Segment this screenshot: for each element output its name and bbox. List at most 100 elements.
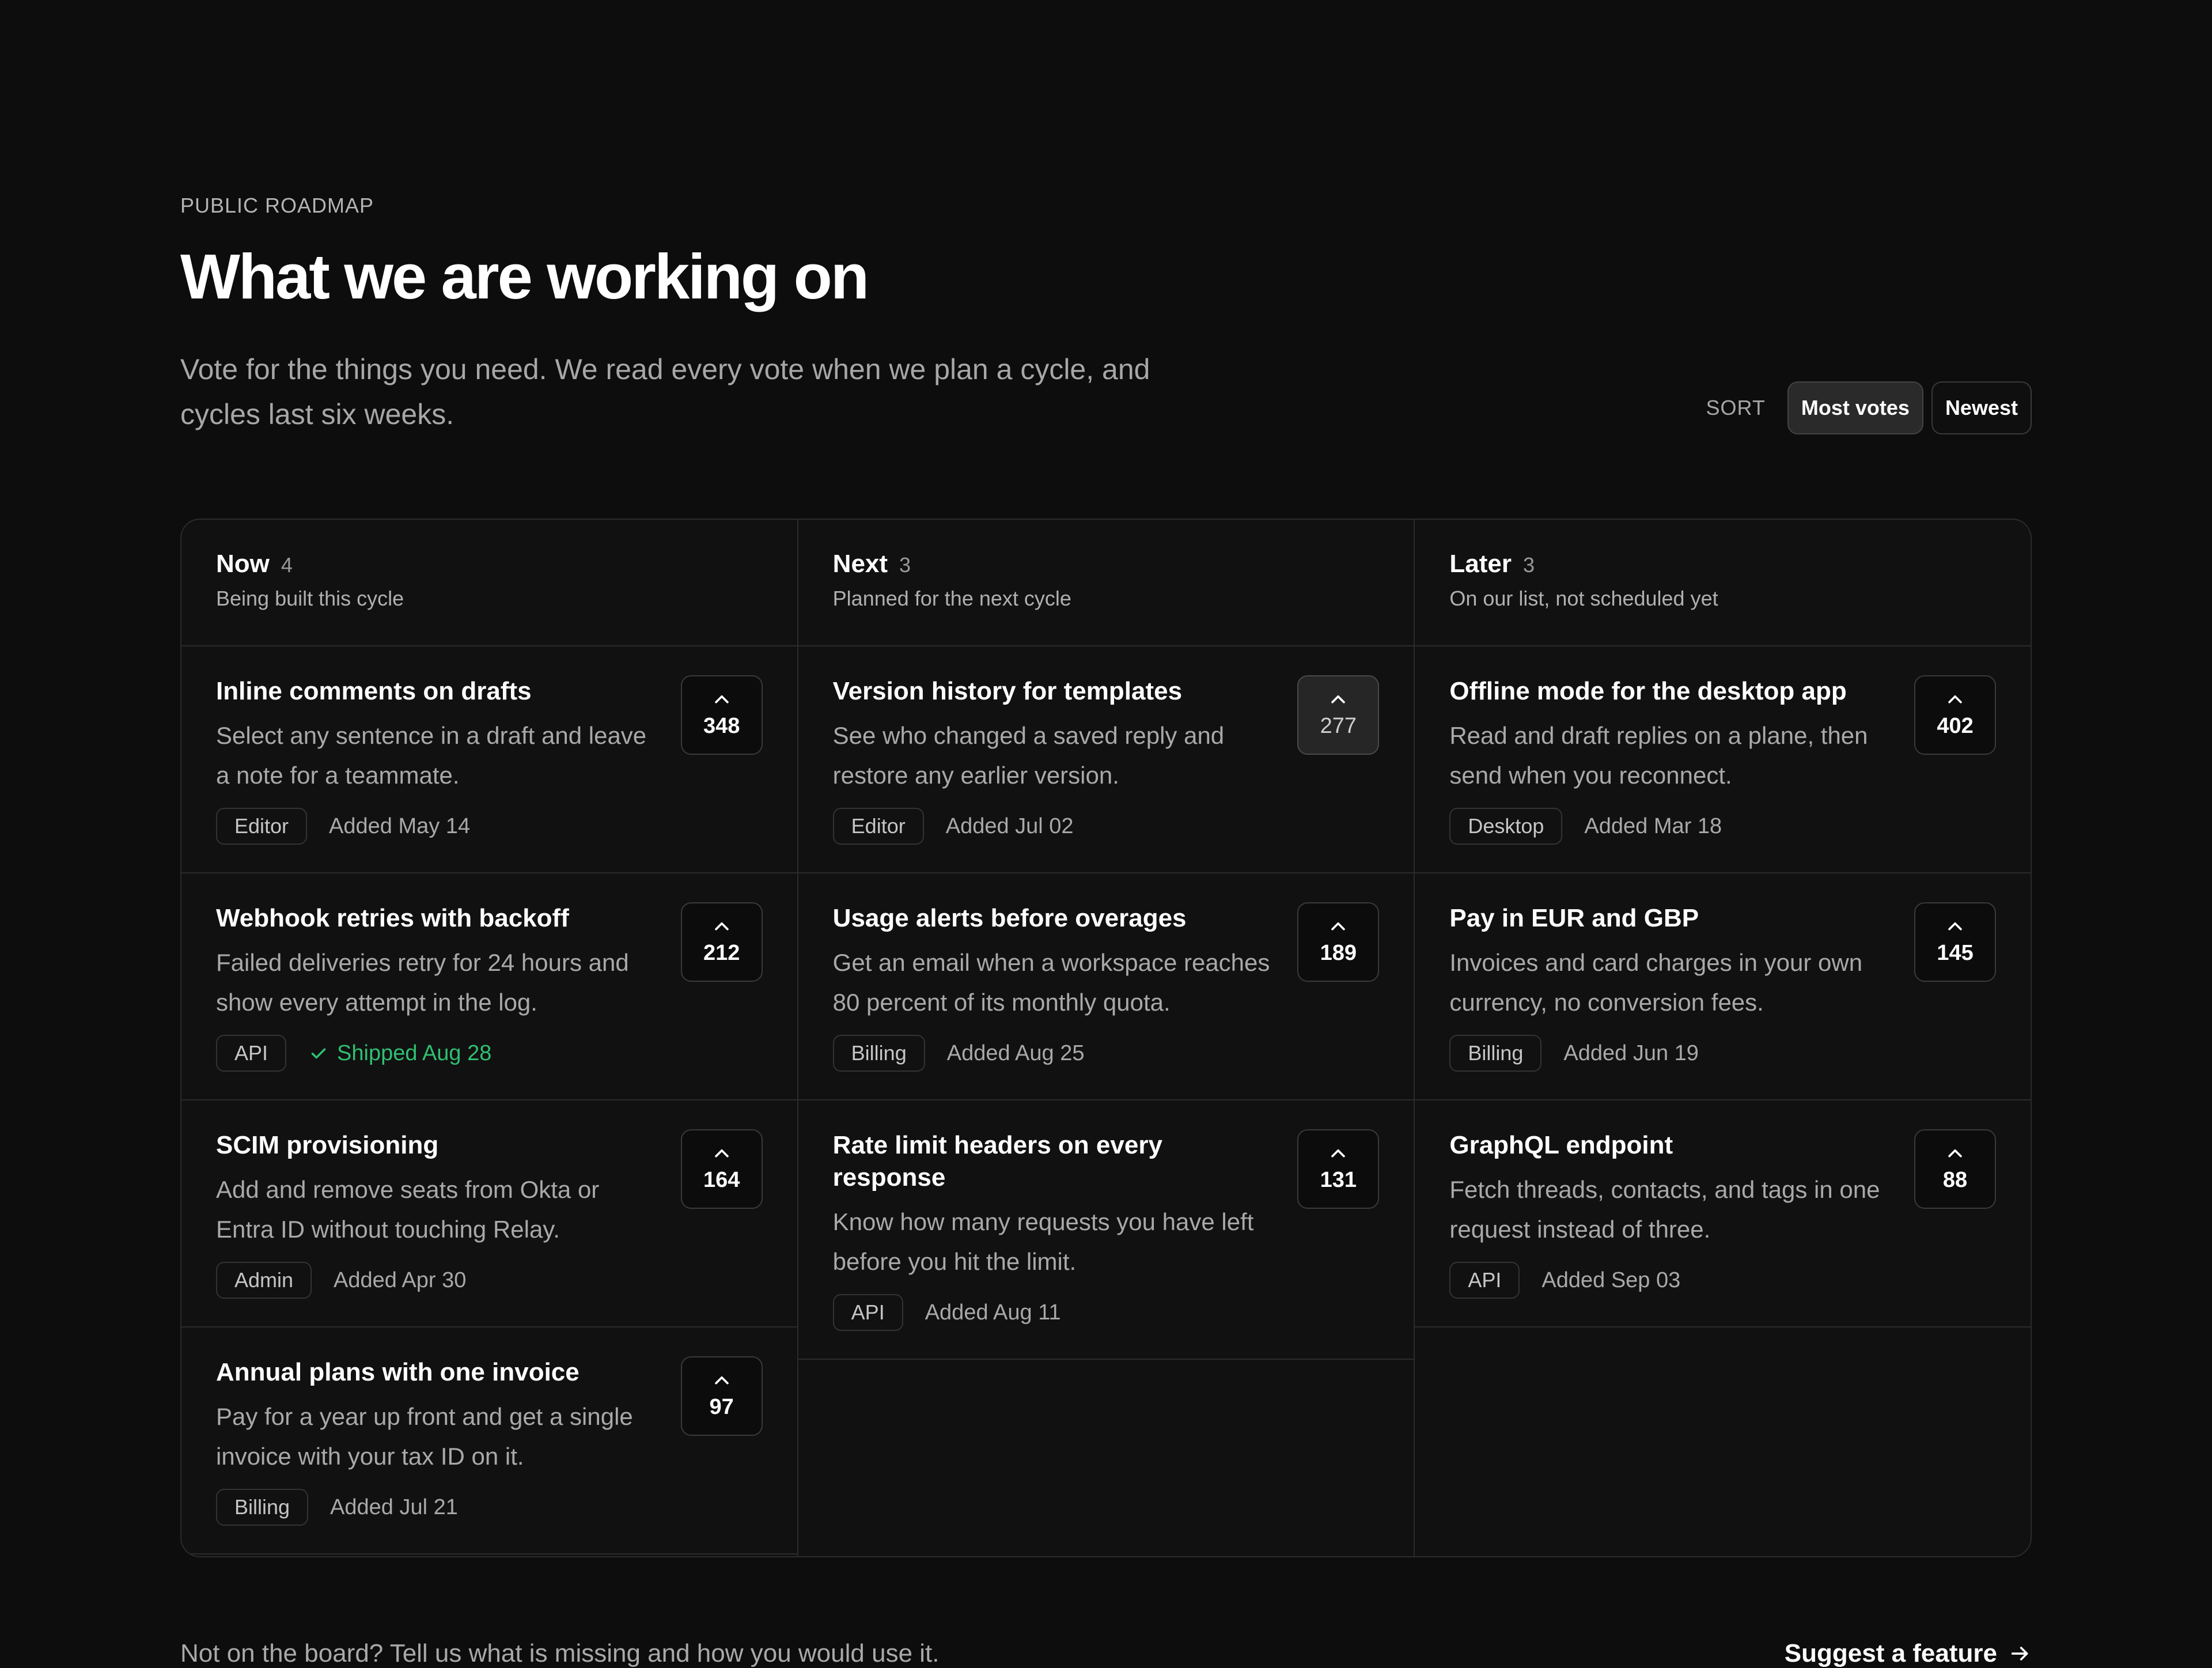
upvote-button[interactable]: 88	[1914, 1129, 1997, 1209]
column-description: Planned for the next cycle	[832, 587, 1071, 610]
chevron-up-icon	[1945, 920, 1965, 935]
sort-control: SORT Most votes Newest	[1706, 380, 2032, 436]
roadmap-card[interactable]: Webhook retries with backoff Failed deliv…	[181, 873, 797, 1100]
vote-count: 164	[703, 1168, 740, 1192]
card-meta: Added Jun 19	[1563, 1041, 1699, 1065]
card-meta-row: Editor Added Jul 02	[832, 808, 1276, 845]
column-description: Being built this cycle	[216, 587, 404, 610]
upvote-button[interactable]: 164	[680, 1129, 763, 1209]
chevron-up-icon	[712, 1147, 732, 1162]
upvote-button[interactable]: 402	[1914, 675, 1997, 755]
footer-note: Not on the board? Tell us what is missin…	[180, 1639, 940, 1667]
card-tag: Editor	[832, 808, 924, 845]
column-title: Later	[1449, 550, 1512, 578]
card-meta-row: Desktop Added Mar 18	[1449, 808, 1892, 845]
suggest-feature-link[interactable]: Suggest a feature	[1785, 1639, 2032, 1668]
card-meta: Added May 14	[329, 814, 471, 838]
card-title: Inline comments on drafts	[216, 677, 532, 705]
card-description: Read and draft replies on a plane, then …	[1449, 722, 1868, 789]
card-tag: Billing	[1449, 1035, 1542, 1072]
vote-count: 212	[703, 941, 740, 965]
column-title-row: Now 4	[216, 550, 763, 578]
card-tag: API	[1449, 1262, 1520, 1299]
card-description: Failed deliveries retry for 24 hours and…	[216, 949, 629, 1016]
roadmap-card[interactable]: SCIM provisioning Add and remove seats fr…	[181, 1100, 797, 1327]
vote-count: 348	[703, 714, 740, 738]
column-count: 3	[1522, 553, 1535, 577]
page-title: What we are working on	[180, 241, 869, 312]
column-title: Now	[216, 550, 270, 578]
upvote-button[interactable]: 348	[680, 675, 763, 755]
vote-count: 189	[1320, 941, 1357, 965]
column-now: Now 4 Being built this cycle Inline comment…	[181, 520, 798, 1556]
roadmap-card[interactable]: Pay in EUR and GBP Invoices and card char…	[1415, 873, 2031, 1100]
card-title: GraphQL endpoint	[1449, 1131, 1673, 1159]
card-description: See who changed a saved reply and restor…	[832, 722, 1225, 789]
card-title: SCIM provisioning	[216, 1131, 439, 1159]
chevron-up-icon	[1328, 920, 1348, 935]
card-title: Pay in EUR and GBP	[1449, 904, 1699, 932]
vote-count: 145	[1937, 941, 1974, 965]
chevron-up-icon	[712, 920, 732, 935]
column-header: Later 3 On our list, not scheduled yet	[1415, 520, 2031, 646]
upvote-button[interactable]: 97	[680, 1356, 763, 1436]
chevron-up-icon	[712, 1374, 732, 1389]
upvote-button[interactable]: 189	[1297, 902, 1380, 982]
page-subtitle: Vote for the things you need. We read ev…	[180, 353, 1150, 430]
shipped-status: Shipped Aug 28	[308, 1041, 491, 1066]
chevron-up-icon	[712, 693, 732, 708]
sort-newest-button[interactable]: Newest	[1931, 381, 2032, 434]
vote-count: 277	[1320, 714, 1357, 738]
roadmap-card[interactable]: Usage alerts before overages Get an email…	[798, 873, 1414, 1100]
card-meta-row: Billing Added Aug 25	[832, 1035, 1276, 1072]
card-description: Invoices and card charges in your own cu…	[1449, 949, 1863, 1016]
card-meta: Shipped Aug 28	[337, 1041, 492, 1065]
card-tag: Billing	[216, 1489, 309, 1526]
card-description: Select any sentence in a draft and leave…	[216, 722, 647, 789]
arrow-right-icon	[2011, 1647, 2028, 1661]
roadmap-card[interactable]: Offline mode for the desktop app Read and…	[1415, 646, 2031, 873]
card-title: Version history for templates	[832, 677, 1183, 705]
card-tag: Billing	[832, 1035, 925, 1072]
card-meta: Added Aug 25	[946, 1041, 1085, 1065]
roadmap-card[interactable]: Inline comments on drafts Select any sent…	[181, 646, 797, 873]
card-tag: Desktop	[1449, 808, 1563, 845]
vote-count: 131	[1320, 1168, 1357, 1192]
column-title-row: Next 3	[833, 550, 1380, 578]
upvote-button[interactable]: 212	[680, 902, 763, 982]
column-header: Next 3 Planned for the next cycle	[798, 520, 1414, 646]
vote-count: 88	[1942, 1168, 1968, 1192]
card-meta-row: Admin Added Apr 30	[216, 1262, 659, 1299]
card-title: Rate limit headers on every response	[832, 1131, 1162, 1192]
card-description: Pay for a year up front and get a single…	[216, 1403, 633, 1470]
chevron-up-icon	[1945, 1147, 1965, 1162]
roadmap-card[interactable]: Version history for templates See who cha…	[798, 646, 1414, 873]
column-title: Next	[832, 550, 888, 578]
upvote-button[interactable]: 145	[1914, 902, 1997, 982]
check-icon	[308, 1043, 329, 1064]
sort-label: SORT	[1706, 396, 1766, 419]
roadmap-card[interactable]: Annual plans with one invoice Pay for a y…	[181, 1327, 797, 1554]
card-meta-row: API Added Sep 03	[1449, 1262, 1892, 1299]
card-meta: Added Aug 11	[925, 1300, 1061, 1325]
card-meta-row: API Added Aug 11	[832, 1294, 1276, 1331]
column-next: Next 3 Planned for the next cycle Version h…	[798, 520, 1415, 1556]
vote-count: 402	[1937, 714, 1974, 738]
card-meta: Added Mar 18	[1584, 814, 1722, 838]
column-count: 4	[281, 553, 293, 577]
card-meta: Added Sep 03	[1541, 1268, 1681, 1292]
roadmap-card[interactable]: Rate limit headers on every response Know…	[798, 1100, 1414, 1360]
roadmap-card[interactable]: GraphQL endpoint Fetch threads, contacts,…	[1415, 1100, 2031, 1327]
column-header: Now 4 Being built this cycle	[181, 520, 797, 646]
upvote-button[interactable]: 131	[1297, 1129, 1380, 1209]
suggest-feature-label: Suggest a feature	[1784, 1639, 1997, 1667]
sort-most-votes-button[interactable]: Most votes	[1787, 381, 1923, 434]
card-tag: Editor	[216, 808, 308, 845]
card-description: Fetch threads, contacts, and tags in one…	[1449, 1176, 1880, 1243]
card-meta: Added Apr 30	[334, 1268, 467, 1292]
vote-count: 97	[709, 1395, 734, 1419]
card-title: Usage alerts before overages	[832, 904, 1187, 932]
upvote-button[interactable]: 277	[1297, 675, 1380, 755]
card-meta-row: Billing Added Jun 19	[1449, 1035, 1892, 1072]
card-description: Get an email when a workspace reaches 80…	[832, 949, 1270, 1016]
